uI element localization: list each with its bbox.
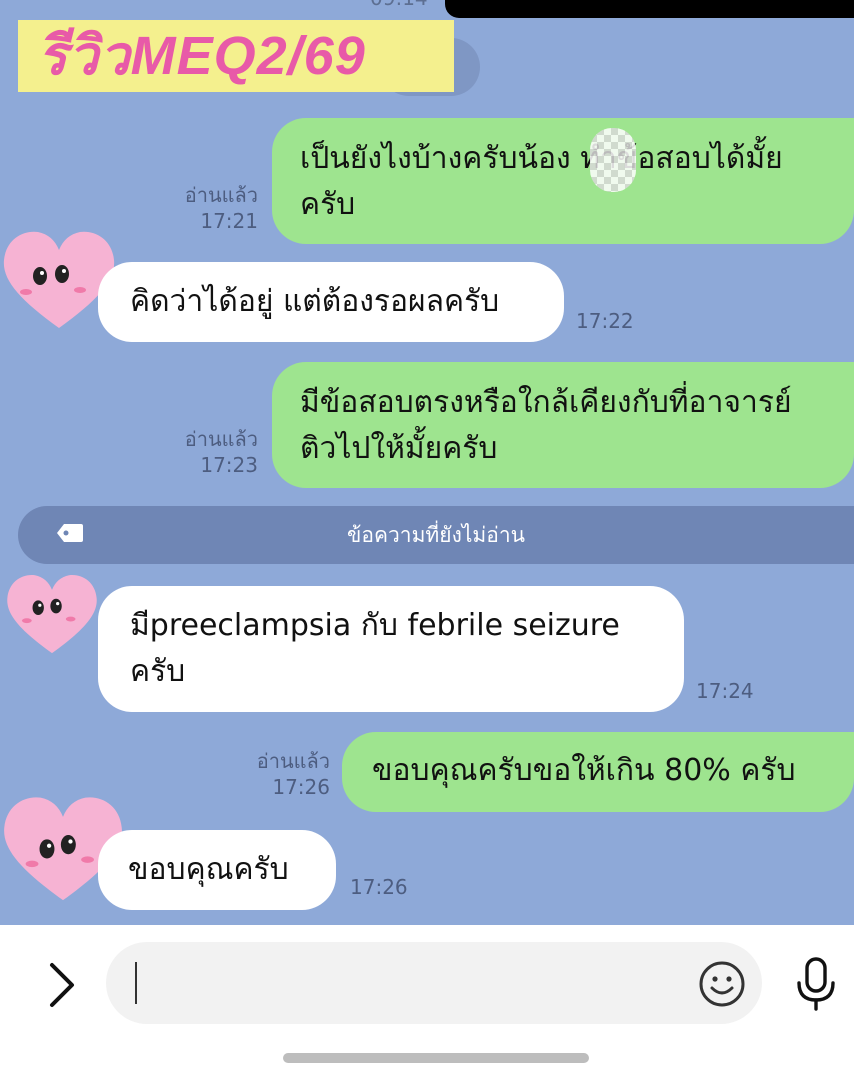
chat-area[interactable]: 09:14 รีวิวMEQ2/69 อ่านแล้ว 17:21 เป็นยั… <box>0 0 854 925</box>
smiley-icon[interactable] <box>698 960 746 1008</box>
message-time: 17:21 <box>200 209 258 233</box>
message-meta: อ่านแล้ว 17:26 <box>232 748 330 800</box>
message-meta: อ่านแล้ว 17:23 <box>160 426 258 478</box>
incoming-message-bubble[interactable]: ขอบคุณครับ <box>98 830 336 910</box>
outgoing-message-bubble[interactable]: ขอบคุณครับขอให้เกิน 80% ครับ <box>342 732 854 812</box>
pink-heart-avatar-icon[interactable] <box>4 572 100 658</box>
read-receipt: อ่านแล้ว <box>256 749 330 773</box>
home-indicator[interactable] <box>283 1053 589 1063</box>
incoming-message-bubble[interactable]: มีpreeclampsia กับ febrile seizure ครับ <box>98 586 684 712</box>
message-time: 17:23 <box>200 453 258 477</box>
message-time: 17:24 <box>696 679 754 703</box>
read-receipt: อ่านแล้ว <box>184 427 258 451</box>
outgoing-message-bubble[interactable]: มีข้อสอบตรงหรือใกล้เคียงกับที่อาจารย์ติว… <box>272 362 854 488</box>
review-label: รีวิวMEQ2/69 <box>18 20 454 92</box>
redacted-bar <box>445 0 854 18</box>
message-time: 17:22 <box>576 309 634 333</box>
incoming-message-bubble[interactable]: คิดว่าได้อยู่ แต่ต้องรอผลครับ <box>98 262 564 342</box>
blurred-name <box>590 128 636 192</box>
microphone-icon[interactable] <box>792 956 840 1012</box>
message-time: 17:26 <box>350 875 408 899</box>
chevron-right-icon[interactable] <box>42 957 82 1013</box>
tag-icon <box>57 524 83 542</box>
message-input[interactable] <box>106 942 762 1024</box>
message-time: 17:26 <box>272 775 330 799</box>
read-receipt: อ่านแล้ว <box>184 183 258 207</box>
message-meta: อ่านแล้ว 17:21 <box>160 182 258 234</box>
unread-divider-label: ข้อความที่ยังไม่อ่าน <box>346 523 525 547</box>
outgoing-message-bubble[interactable]: เป็นยังไงบ้างครับน้อง ทำข้อสอบได้มั้ยครั… <box>272 118 854 244</box>
status-time: 09:14 <box>370 0 428 10</box>
text-caret <box>135 962 137 1004</box>
unread-divider: ข้อความที่ยังไม่อ่าน <box>18 506 854 564</box>
